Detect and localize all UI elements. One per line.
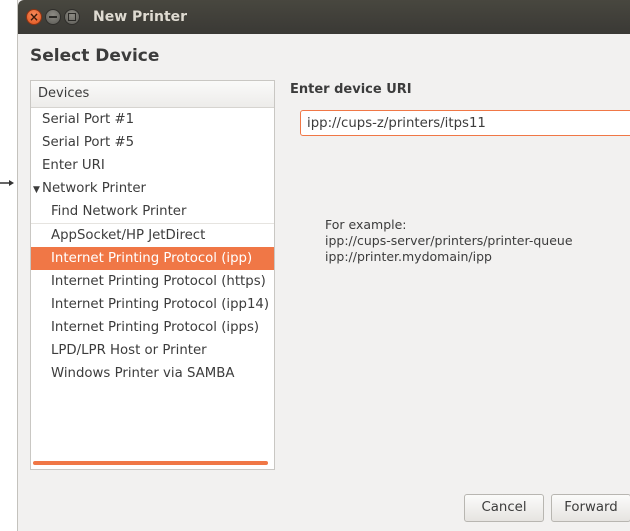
device-item-ipp14[interactable]: Internet Printing Protocol (ipp14) [31, 293, 274, 316]
device-item-https[interactable]: Internet Printing Protocol (https) [31, 270, 274, 293]
title-bar: × New Printer [18, 0, 630, 34]
device-item-samba[interactable]: Windows Printer via SAMBA [31, 362, 274, 385]
device-item-find-network-printer[interactable]: Find Network Printer [31, 200, 274, 224]
device-item-enter-uri[interactable]: Enter URI [31, 154, 274, 177]
horizontal-scrollbar[interactable] [33, 461, 268, 465]
device-item-network-printer[interactable]: ▼ Network Printer [31, 177, 274, 200]
page-title: Select Device [30, 46, 160, 66]
uri-label: Enter device URI [290, 82, 412, 97]
device-item-label: Internet Printing Protocol (ipp) [51, 251, 253, 266]
maximize-icon [68, 13, 76, 21]
forward-button[interactable]: Forward [551, 494, 630, 522]
device-item-label: Serial Port #5 [42, 135, 135, 150]
device-item-serial-port-1[interactable]: Serial Port #1 [31, 108, 274, 131]
device-item-label: Internet Printing Protocol (ipp14) [51, 297, 270, 312]
uri-example-text: For example: ipp://cups-server/printers/… [325, 217, 573, 265]
device-item-lpd-lpr[interactable]: LPD/LPR Host or Printer [31, 339, 274, 362]
pointer-arrow-icon [0, 180, 14, 186]
minimize-icon [49, 16, 57, 18]
cancel-button[interactable]: Cancel [464, 494, 544, 522]
device-item-label: Internet Printing Protocol (ipps) [51, 320, 260, 335]
device-item-label: Serial Port #1 [42, 112, 135, 127]
devices-list: Devices Serial Port #1 Serial Port #5 En… [30, 80, 275, 470]
device-item-label: Find Network Printer [51, 204, 187, 219]
window-title: New Printer [93, 9, 188, 25]
device-item-label: Enter URI [42, 158, 105, 173]
device-item-ipps[interactable]: Internet Printing Protocol (ipps) [31, 316, 274, 339]
example-uri-1: ipp://cups-server/printers/printer-queue [325, 233, 573, 248]
maximize-window-button[interactable] [64, 9, 80, 25]
device-item-label: Network Printer [42, 181, 146, 196]
example-uri-2: ipp://printer.mydomain/ipp [325, 249, 492, 264]
example-heading: For example: [325, 217, 407, 232]
close-window-button[interactable]: × [26, 9, 42, 25]
minimize-window-button[interactable] [45, 9, 61, 25]
device-item-serial-port-5[interactable]: Serial Port #5 [31, 131, 274, 154]
device-item-appsocket[interactable]: AppSocket/HP JetDirect [31, 224, 274, 247]
devices-column-header[interactable]: Devices [31, 81, 274, 108]
device-item-label: Windows Printer via SAMBA [51, 366, 235, 381]
device-item-ipp[interactable]: Internet Printing Protocol (ipp) [31, 247, 274, 270]
expander-down-icon[interactable]: ▼ [31, 179, 42, 202]
device-item-label: AppSocket/HP JetDirect [51, 228, 206, 243]
new-printer-window: × New Printer Select Device Devices Seri… [17, 0, 630, 531]
close-icon: × [28, 10, 40, 24]
device-item-label: LPD/LPR Host or Printer [51, 343, 207, 358]
device-uri-input[interactable] [300, 110, 630, 136]
device-item-label: Internet Printing Protocol (https) [51, 274, 266, 289]
